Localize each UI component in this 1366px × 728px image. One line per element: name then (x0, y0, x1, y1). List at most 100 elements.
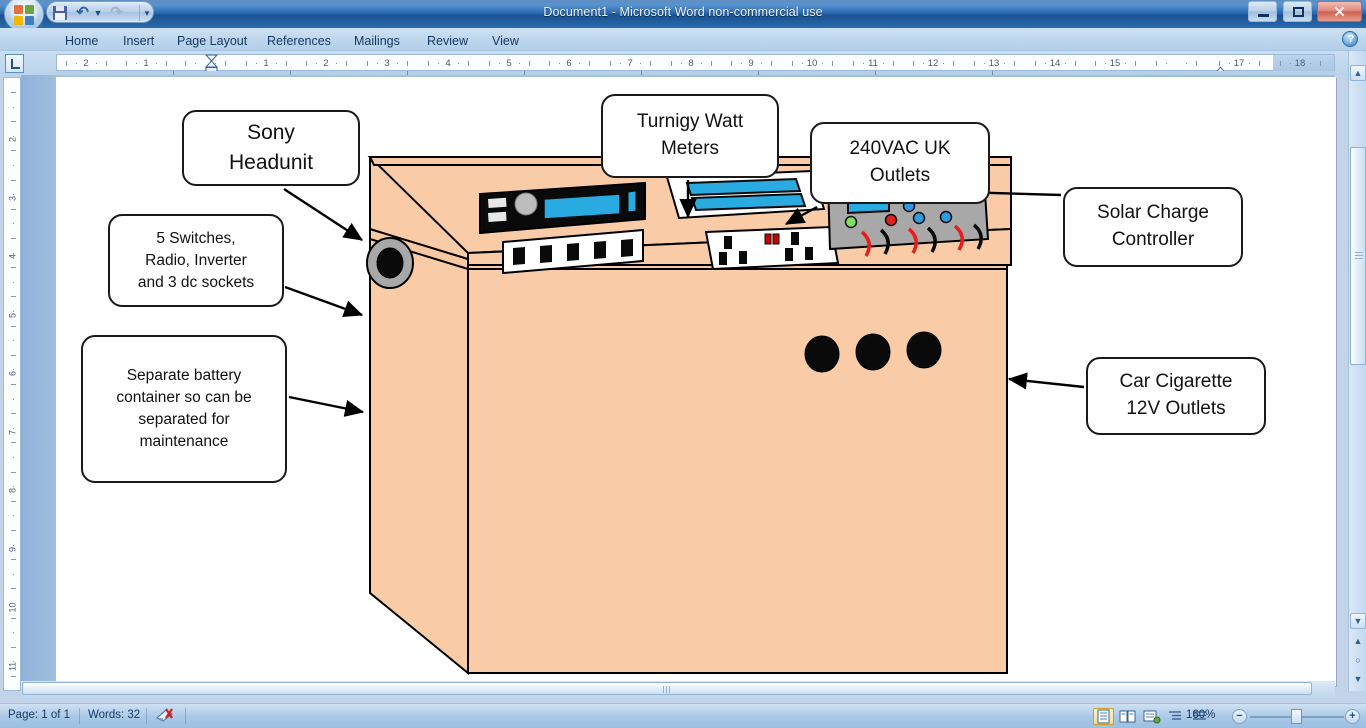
zoom-level[interactable]: 160% (1186, 709, 1215, 721)
uk-mains-socket-double (704, 225, 840, 271)
tab-references[interactable]: References (256, 31, 342, 51)
ruler-mark: 5 (506, 58, 512, 69)
ruler-tick (11, 150, 16, 152)
ruler-tick (610, 61, 611, 66)
zoom-in-button[interactable]: + (1345, 709, 1360, 724)
status-bar: Page: 1 of 1 Words: 32 160% − + (0, 703, 1366, 728)
callout-line: Meters (660, 138, 720, 159)
ruler-dot (13, 515, 14, 517)
ruler-dot (883, 63, 884, 64)
ruler-dot (377, 63, 378, 64)
view-web-layout-button[interactable] (1141, 708, 1162, 725)
ruler-tick (286, 61, 287, 66)
horizontal-ruler[interactable]: 2 1 1 2 3 4 5 6 7 8 9 10 11 12 13 14 15 17 18 (56, 54, 1335, 75)
document-page[interactable]: Sony Headunit 5 Switches, Radio, Inverte… (56, 77, 1336, 686)
ruler-mark: 9 (748, 58, 754, 69)
ruler-tick (1280, 61, 1281, 66)
tab-mailings[interactable]: Mailings (343, 31, 411, 51)
callout-switches[interactable]: 5 Switches, Radio, Inverter and 3 dc soc… (108, 214, 284, 307)
view-print-layout-button[interactable] (1093, 708, 1114, 725)
callout-sony-headunit[interactable]: Sony Headunit (182, 110, 360, 186)
select-browse-object-button[interactable]: ○ (1351, 653, 1365, 667)
scroll-down-button[interactable]: ▼ (1350, 613, 1366, 629)
view-full-screen-reading-button[interactable] (1117, 708, 1138, 725)
callout-240vac-outlets[interactable]: 240VAC UK Outlets (810, 122, 990, 204)
default-tab-stop (407, 71, 408, 75)
vertical-scrollbar[interactable]: ▲ ▼ ▲ ○ ▼ (1348, 51, 1366, 691)
scroll-up-button[interactable]: ▲ (1350, 65, 1366, 81)
zoom-slider-handle[interactable] (1291, 709, 1302, 724)
tab-insert[interactable]: Insert (112, 31, 165, 51)
arrow-battery-container (288, 395, 365, 417)
zoom-out-button[interactable]: − (1232, 709, 1247, 724)
ruler-dot (276, 63, 277, 64)
ruler-dot (13, 457, 14, 458)
ruler-dot (1166, 63, 1167, 64)
ruler-mark: 7 (627, 58, 633, 69)
ruler-dot (13, 632, 14, 634)
callout-line: Headunit (228, 151, 314, 174)
ruler-tick (225, 61, 226, 66)
ruler-dot (13, 223, 14, 225)
horizontal-scroll-thumb[interactable] (22, 682, 1312, 695)
tab-review[interactable]: Review (416, 31, 479, 51)
ruler-tick (11, 500, 16, 502)
ruler-mark: 2 (323, 58, 329, 69)
tab-view[interactable]: View (481, 31, 530, 51)
ruler-mark: 2 (83, 58, 89, 69)
ruler-dot (984, 63, 985, 64)
minimize-icon (1258, 14, 1270, 17)
ruler-tick (1156, 61, 1157, 66)
tab-stop-selector[interactable] (5, 54, 24, 73)
callout-line: Radio, Inverter (145, 251, 247, 269)
ruler-dot (13, 573, 14, 575)
ruler-dot (1004, 63, 1005, 64)
ruler-tick (11, 588, 16, 590)
chevron-down-icon: ▼ (1353, 616, 1363, 626)
restore-button[interactable] (1282, 1, 1312, 22)
help-button[interactable]: ? (1342, 31, 1358, 47)
word-count[interactable]: Words: 32 (88, 709, 140, 721)
vertical-scroll-thumb[interactable] (1350, 147, 1366, 365)
vertical-ruler[interactable]: 2 3 4 5 6 7 8 9 10 11 (3, 77, 21, 691)
title-bar: ↶ ▼ ↷ ▾ Document1 - Microsoft Word non-c… (0, 0, 1366, 28)
window-controls: ✕ (1247, 1, 1362, 23)
callout-line: Separate battery (126, 367, 242, 384)
ruler-tick (832, 61, 833, 66)
tab-home[interactable]: Home (54, 31, 109, 51)
ruler-dot (316, 63, 317, 64)
page-indicator[interactable]: Page: 1 of 1 (8, 709, 70, 721)
ruler-tick (11, 442, 16, 444)
ruler-tick (1035, 61, 1036, 66)
ruler-mark: 15 (1109, 58, 1121, 69)
close-button[interactable]: ✕ (1317, 1, 1362, 22)
ruler-dot (13, 661, 14, 663)
ruler-tick (11, 121, 16, 123)
view-outline-button[interactable] (1165, 708, 1186, 725)
horizontal-scrollbar[interactable] (21, 681, 1335, 697)
callout-battery-container[interactable]: Separate battery container so can be sep… (81, 335, 287, 483)
callout-car-cigarette-outlets[interactable]: Car Cigarette 12V Outlets (1086, 357, 1266, 435)
tab-page-layout[interactable]: Page Layout (166, 31, 258, 51)
callout-solar-charge-controller[interactable]: Solar Charge Controller (1063, 187, 1243, 267)
drawing-canvas[interactable]: Sony Headunit 5 Switches, Radio, Inverte… (56, 77, 1336, 686)
print-layout-icon (1097, 709, 1110, 724)
ruler-dot (13, 194, 14, 196)
ruler-dot (13, 135, 14, 137)
ruler-tick (11, 617, 16, 619)
next-page-button[interactable]: ▼ (1351, 672, 1365, 686)
proofing-errors-icon[interactable] (156, 707, 174, 726)
callout-line: 240VAC UK (849, 138, 951, 160)
arrow-switches (284, 285, 364, 317)
callout-watt-meters[interactable]: Turnigy Watt Meters (601, 94, 779, 178)
ruler-tick (792, 61, 793, 66)
ruler-tick (11, 92, 16, 93)
ruler-mark: 3 (384, 58, 390, 69)
previous-page-button[interactable]: ▲ (1351, 634, 1365, 648)
ruler-tick (185, 61, 186, 66)
minimize-button[interactable] (1248, 1, 1278, 22)
ruler-tick (974, 61, 975, 66)
ruler-dot (13, 544, 14, 546)
ruler-dot (1065, 63, 1066, 64)
ruler-dot (195, 63, 196, 64)
